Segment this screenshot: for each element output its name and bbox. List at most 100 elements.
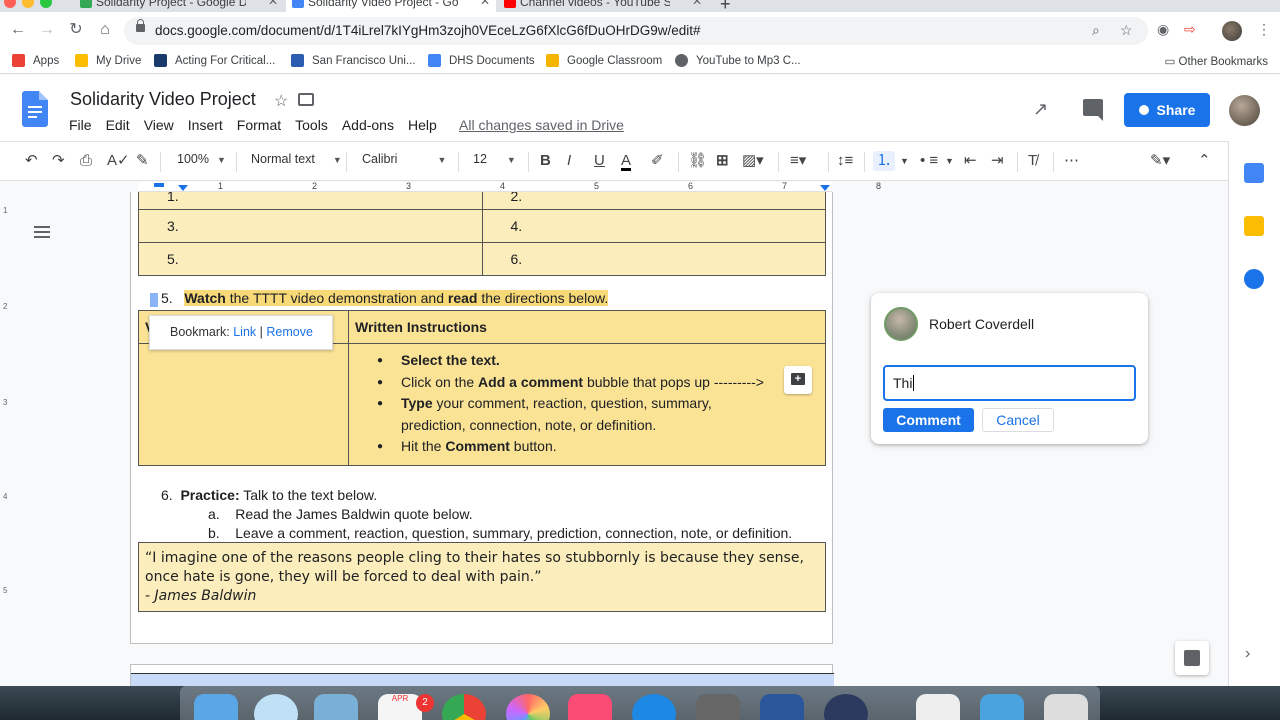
profile-avatar[interactable] — [1222, 21, 1242, 41]
more-options-icon[interactable]: ⋯ — [1064, 151, 1079, 171]
increase-indent-icon[interactable]: ⇥ — [991, 151, 1004, 171]
comment-cancel-button[interactable]: Cancel — [982, 408, 1054, 432]
mail-icon[interactable] — [314, 694, 358, 720]
zoom-window-button[interactable] — [40, 0, 52, 8]
step-6[interactable]: 6. Practice: Talk to the text below. a. … — [161, 486, 792, 543]
finder-icon[interactable] — [194, 694, 238, 720]
spellcheck-icon[interactable]: A✓ — [107, 151, 130, 171]
instructions-cell[interactable]: Select the text. Click on the Add a comm… — [348, 343, 826, 466]
menu-addons[interactable]: Add-ons — [342, 117, 394, 133]
bookmark-classroom[interactable]: Google Classroom — [546, 54, 662, 67]
zoom-select[interactable]: 100% ▼ — [177, 152, 226, 166]
star-icon[interactable]: ☆ — [274, 91, 288, 111]
bookmark-youtube-mp3[interactable]: YouTube to Mp3 C... — [675, 54, 801, 67]
font-select[interactable]: Calibri ▼ — [362, 152, 446, 166]
zoom-icon[interactable]: ⌕ — [1092, 22, 1100, 39]
close-tab-icon[interactable]: ✕ — [480, 0, 490, 8]
music-icon[interactable] — [568, 694, 612, 720]
calendar-icon[interactable] — [1244, 163, 1264, 183]
insert-comment-icon[interactable]: ⊞ — [716, 151, 729, 171]
part-4-heading[interactable]: Part 4: Grading and Credits — [131, 673, 834, 686]
browser-tab-docs[interactable]: Solidarity Video Project - Google Docs ✕ — [286, 0, 496, 12]
insert-link-icon[interactable]: ⛓ — [688, 151, 707, 171]
word-icon[interactable] — [760, 694, 804, 720]
docs-logo-icon[interactable] — [22, 91, 48, 127]
calendar-app-icon[interactable]: APR — [378, 694, 422, 720]
chevron-down-icon[interactable]: ▼ — [945, 151, 954, 171]
add-comment-button[interactable]: + — [784, 366, 812, 394]
align-icon[interactable]: ≡▾ — [790, 151, 806, 171]
browser-tab-youtube[interactable]: Channel videos - YouTube Studio ✕ — [498, 0, 708, 12]
comment-history-icon[interactable] — [1083, 99, 1103, 121]
collapse-menus-icon[interactable]: ⌃ — [1198, 151, 1211, 171]
menu-edit[interactable]: Edit — [106, 117, 130, 133]
bookmark-apps[interactable]: Apps — [12, 54, 59, 67]
browser-menu-icon[interactable]: ⋮ — [1257, 21, 1271, 38]
network-icon[interactable] — [254, 694, 298, 720]
bookmark-link[interactable]: Link — [233, 325, 256, 339]
reload-icon[interactable]: ↻ — [66, 20, 86, 40]
tasks-icon[interactable] — [1244, 269, 1264, 289]
document-title[interactable]: Solidarity Video Project — [70, 89, 256, 110]
chrome-icon[interactable] — [442, 694, 486, 720]
other-bookmarks[interactable]: ▭ Other Bookmarks — [1164, 54, 1268, 68]
bold-icon[interactable]: B — [540, 151, 551, 171]
minimize-window-button[interactable] — [22, 0, 34, 8]
new-tab-icon[interactable]: + — [720, 0, 731, 12]
highlight-icon[interactable]: ✐ — [651, 151, 664, 171]
close-tab-icon[interactable]: ✕ — [268, 0, 278, 8]
paint-format-icon[interactable]: ✎ — [136, 151, 149, 171]
address-bar[interactable]: docs.google.com/document/d/1T4iLrel7kIYg… — [124, 17, 1148, 45]
trash-icon[interactable] — [1044, 694, 1088, 720]
line-spacing-icon[interactable]: ↕≡ — [837, 151, 853, 171]
video-cell[interactable] — [138, 343, 349, 466]
undo-icon[interactable]: ↶ — [25, 151, 38, 171]
bookmark-star-icon[interactable]: ☆ — [1120, 22, 1133, 39]
url-text[interactable]: docs.google.com/document/d/1T4iLrel7kIYg… — [155, 23, 701, 38]
insert-image-icon[interactable]: ▨▾ — [742, 151, 764, 171]
editing-mode-icon[interactable]: ✎▾ — [1150, 151, 1170, 171]
chevron-down-icon[interactable]: ▼ — [900, 151, 909, 171]
document-page[interactable]: Part 4: Grading and Credits — [130, 664, 834, 686]
app-icon[interactable] — [824, 694, 868, 720]
close-tab-icon[interactable]: ✕ — [692, 0, 702, 8]
menu-file[interactable]: File — [69, 117, 92, 133]
numbered-list-icon[interactable]: ⒈ — [873, 151, 895, 171]
bookmark-remove[interactable]: Remove — [266, 325, 313, 339]
extension-icon[interactable]: ◉ — [1157, 21, 1169, 38]
menu-view[interactable]: View — [144, 117, 174, 133]
bookmark-dhs[interactable]: DHS Documents — [428, 54, 535, 67]
share-button[interactable]: Share — [1124, 93, 1210, 127]
print-icon[interactable]: ⎙ — [80, 151, 92, 171]
chevron-right-icon[interactable]: › — [1245, 645, 1250, 663]
document-page[interactable]: 1. 2. 3. 4. 5. 6. 5. Watch the TTTT vide… — [130, 192, 833, 644]
redo-icon[interactable]: ↷ — [52, 151, 65, 171]
right-indent-marker[interactable] — [820, 185, 830, 191]
font-size-select[interactable]: 12 ▼ — [473, 152, 516, 166]
document-stack-icon[interactable] — [916, 694, 960, 720]
menu-help[interactable]: Help — [408, 117, 437, 133]
bookmark-my-drive[interactable]: My Drive — [75, 54, 141, 67]
style-select[interactable]: Normal text ▼ — [251, 152, 342, 166]
downloads-folder-icon[interactable] — [980, 694, 1024, 720]
photos-icon[interactable] — [506, 694, 550, 720]
bookmark-sf-uni[interactable]: San Francisco Uni... — [291, 54, 416, 67]
menu-insert[interactable]: Insert — [188, 117, 223, 133]
menu-format[interactable]: Format — [237, 117, 281, 133]
explore-button[interactable] — [1175, 641, 1209, 675]
comment-submit-button[interactable]: Comment — [883, 408, 974, 432]
bulleted-list-icon[interactable]: • ≡ — [920, 151, 938, 171]
indent-marker[interactable] — [178, 185, 188, 191]
menu-tools[interactable]: Tools — [295, 117, 328, 133]
clear-formatting-icon[interactable]: T̸ — [1028, 151, 1037, 171]
keep-icon[interactable] — [1244, 216, 1264, 236]
instructions-header[interactable]: Written Instructions — [348, 310, 826, 344]
browser-tab-drive[interactable]: Solidarity Project - Google Drive ✕ — [74, 0, 284, 12]
document-outline-icon[interactable] — [34, 226, 50, 240]
home-icon[interactable]: ⌂ — [95, 20, 115, 40]
underline-icon[interactable]: U — [594, 151, 605, 171]
indent-marker[interactable] — [154, 183, 164, 187]
extension-arrow-icon[interactable]: ⇨ — [1184, 21, 1196, 38]
decrease-indent-icon[interactable]: ⇤ — [964, 151, 977, 171]
step-5-heading[interactable]: 5. Watch the TTTT video demonstration an… — [161, 290, 609, 306]
